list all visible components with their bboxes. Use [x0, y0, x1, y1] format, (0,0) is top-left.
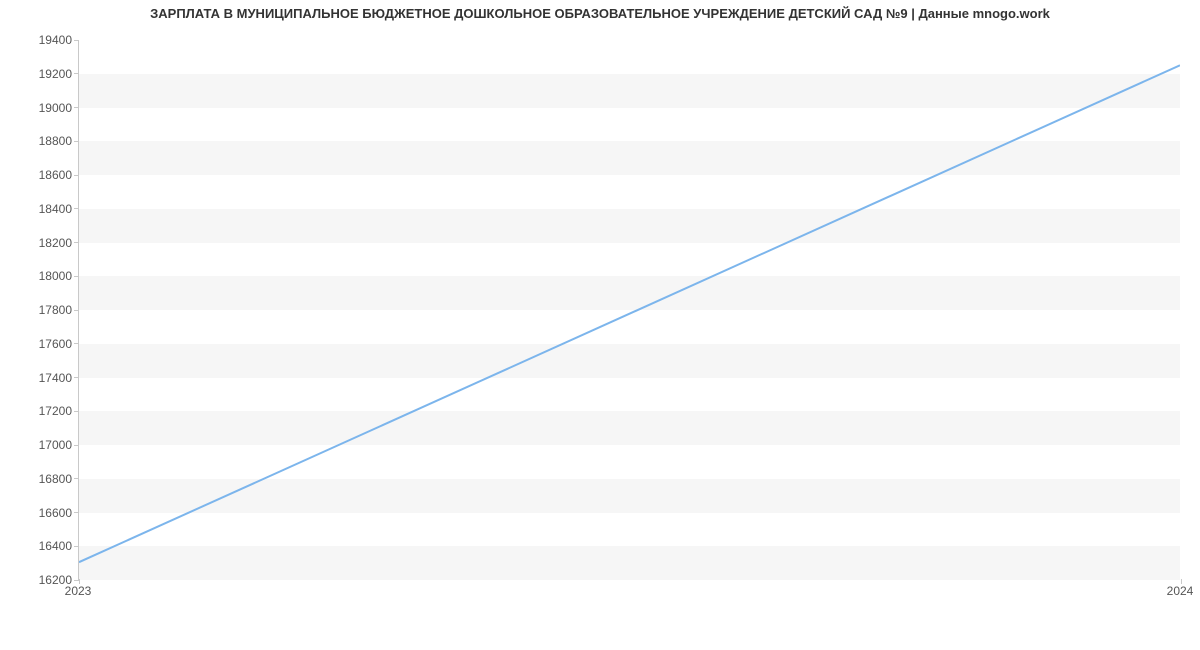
y-tick-mark	[74, 175, 79, 176]
y-tick-mark	[74, 478, 79, 479]
y-tick-mark	[74, 242, 79, 243]
y-tick-label: 18800	[12, 134, 72, 148]
x-tick-label: 2023	[65, 584, 92, 598]
x-tick-label: 2024	[1167, 584, 1194, 598]
y-tick-label: 19000	[12, 101, 72, 115]
y-tick-label: 18600	[12, 168, 72, 182]
y-tick-label: 17600	[12, 337, 72, 351]
y-tick-mark	[74, 141, 79, 142]
y-tick-mark	[74, 276, 79, 277]
y-tick-mark	[74, 546, 79, 547]
y-tick-mark	[74, 310, 79, 311]
y-tick-label: 18000	[12, 269, 72, 283]
y-tick-label: 18200	[12, 236, 72, 250]
y-tick-mark	[74, 107, 79, 108]
y-tick-label: 19400	[12, 33, 72, 47]
y-tick-label: 19200	[12, 67, 72, 81]
y-tick-label: 16200	[12, 573, 72, 587]
y-tick-label: 18400	[12, 202, 72, 216]
salary-line-chart: ЗАРПЛАТА В МУНИЦИПАЛЬНОЕ БЮДЖЕТНОЕ ДОШКО…	[0, 0, 1200, 650]
y-tick-mark	[74, 40, 79, 41]
y-tick-mark	[74, 343, 79, 344]
y-tick-label: 17200	[12, 404, 72, 418]
y-tick-mark	[74, 445, 79, 446]
plot-area[interactable]	[78, 40, 1180, 580]
y-tick-label: 17400	[12, 371, 72, 385]
y-tick-mark	[74, 208, 79, 209]
y-tick-mark	[74, 411, 79, 412]
chart-line-svg	[79, 40, 1180, 579]
y-tick-label: 16400	[12, 539, 72, 553]
y-tick-label: 16600	[12, 506, 72, 520]
chart-title: ЗАРПЛАТА В МУНИЦИПАЛЬНОЕ БЮДЖЕТНОЕ ДОШКО…	[0, 6, 1200, 21]
y-tick-label: 17800	[12, 303, 72, 317]
y-tick-label: 17000	[12, 438, 72, 452]
y-tick-label: 16800	[12, 472, 72, 486]
y-tick-mark	[74, 512, 79, 513]
y-tick-mark	[74, 377, 79, 378]
y-tick-mark	[74, 73, 79, 74]
data-line	[79, 65, 1180, 562]
